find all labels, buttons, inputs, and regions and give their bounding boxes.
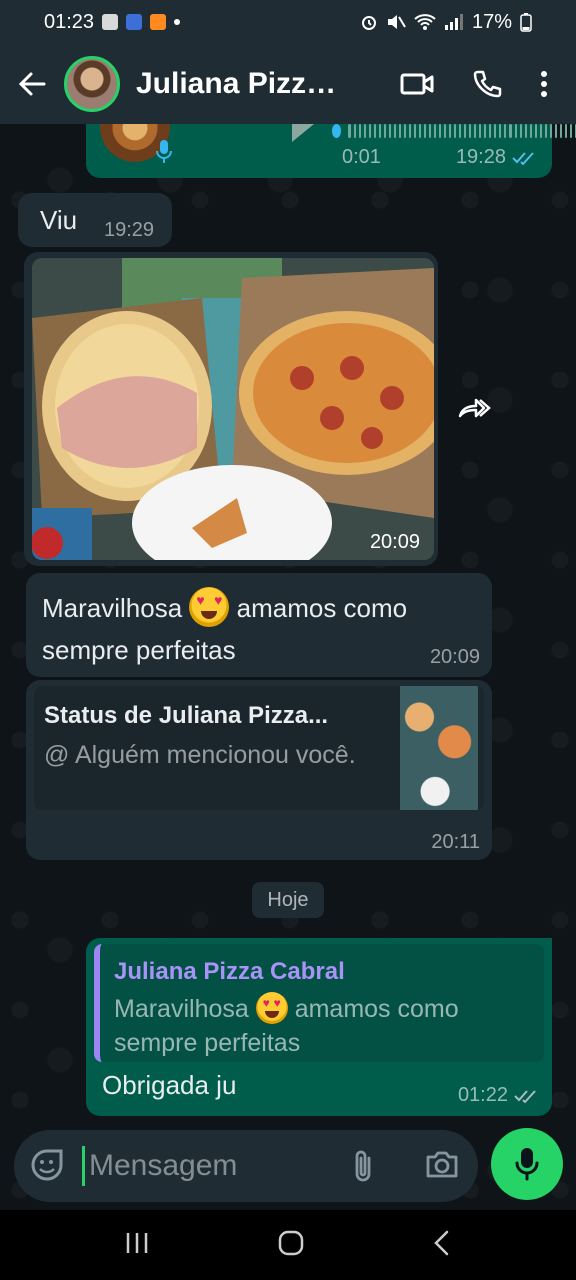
audio-message[interactable]: 0:01 19:28 [86, 124, 576, 178]
double-check-icon [514, 1089, 536, 1103]
forward-button[interactable] [450, 388, 500, 428]
message-time: 19:28 [455, 146, 506, 168]
home-button[interactable] [277, 1229, 305, 1262]
status-title: Status de Juliana Pizza... [44, 702, 329, 729]
incoming-text-message[interactable]: Maravilhosa amamos como sempre perfeitas… [26, 573, 492, 677]
camera-icon [426, 1151, 458, 1178]
status-time: 01:23 [44, 10, 95, 33]
bank-notification-icon [150, 14, 167, 30]
audio-duration: 0:01 [342, 146, 381, 168]
signal-icon [444, 14, 463, 30]
emoji-button[interactable] [30, 1148, 64, 1187]
quoted-text-part: sempre perfeitas [114, 1029, 301, 1057]
home-icon [278, 1230, 304, 1255]
message-time: 20:09 [429, 646, 480, 668]
voice-call-button[interactable] [452, 44, 522, 124]
message-time: 01:22 [457, 1084, 508, 1106]
audio-waveform[interactable] [332, 124, 576, 142]
date-separator: Hoje [252, 882, 324, 918]
contact-avatar[interactable] [64, 56, 120, 112]
video-call-button[interactable] [382, 44, 452, 124]
status-thumbnail [400, 686, 478, 810]
pizza-photo[interactable] [32, 258, 434, 560]
forward-icon [458, 398, 491, 418]
status-mention-message[interactable]: Status de Juliana Pizza... @ Alguém menc… [26, 680, 492, 860]
play-icon[interactable] [288, 124, 318, 142]
alarm-icon [361, 16, 376, 30]
outgoing-reply-message[interactable]: Juliana Pizza Cabral Maravilhosa amamos … [86, 938, 552, 1116]
recent-apps-icon [126, 1232, 147, 1253]
message-text-part: sempre perfeitas [42, 635, 236, 665]
status-subtitle: @ Alguém mencionou você. [44, 741, 356, 769]
mic-icon [156, 140, 172, 163]
message-text-part: amamos como [236, 593, 408, 623]
more-notifications-icon [174, 19, 181, 25]
video-call-icon [400, 73, 434, 95]
incoming-text-message[interactable]: Viu 19:29 [18, 193, 172, 247]
recent-apps-button[interactable] [124, 1230, 150, 1261]
message-text: Maravilhosa amamos como sempre perfeitas [42, 587, 482, 671]
message-time: 19:29 [104, 219, 155, 241]
back-arrow-icon [18, 72, 46, 96]
system-back-icon [434, 1230, 449, 1255]
attach-button[interactable] [350, 1148, 376, 1189]
quoted-text-part: Maravilhosa [114, 995, 249, 1023]
more-icon [541, 71, 547, 97]
quoted-text: Maravilhosa amamos como sempre perfeitas [114, 992, 534, 1060]
audio-progress-handle[interactable] [332, 124, 342, 138]
camera-button[interactable] [424, 1148, 460, 1185]
incoming-image-message[interactable]: 20:09 [24, 252, 438, 566]
contact-name[interactable]: Juliana Pizza... [136, 67, 346, 101]
heart-eyes-emoji-icon [189, 587, 230, 627]
message-input[interactable] [82, 1146, 332, 1186]
system-back-button[interactable] [432, 1229, 452, 1262]
message-text: Viu [40, 205, 78, 235]
status-bar: 01:23 17% [0, 0, 576, 44]
battery-percent: 17% [471, 10, 512, 33]
double-check-icon [512, 151, 534, 165]
heart-eyes-emoji-icon [255, 992, 288, 1024]
voice-record-button[interactable] [491, 1128, 563, 1200]
system-navigation-bar [0, 1210, 576, 1280]
message-text: Obrigada ju [102, 1070, 237, 1100]
quoted-text-part: amamos como [294, 995, 459, 1023]
message-time: 20:09 [369, 531, 420, 553]
chat-header: Juliana Pizza... [0, 44, 576, 124]
quoted-message[interactable]: Juliana Pizza Cabral Maravilhosa amamos … [94, 944, 544, 1062]
sticker-icon [31, 1149, 63, 1181]
phone-icon [473, 70, 502, 98]
message-composer [14, 1130, 478, 1202]
more-options-button[interactable] [522, 44, 566, 124]
pizza-image [32, 258, 434, 560]
attach-icon [355, 1150, 371, 1182]
quoted-sender-name: Juliana Pizza Cabral [114, 958, 345, 985]
mute-icon [387, 15, 406, 29]
mic-icon [515, 1148, 539, 1181]
wifi-icon [414, 14, 436, 30]
gallery-notification-icon [102, 14, 119, 30]
battery-icon [520, 13, 532, 32]
message-time: 20:11 [431, 831, 480, 853]
back-button[interactable] [0, 44, 64, 124]
message-text-part: Maravilhosa [42, 593, 183, 623]
status-preview-card[interactable]: Status de Juliana Pizza... @ Alguém menc… [34, 686, 484, 810]
app-notification-icon [126, 14, 143, 30]
